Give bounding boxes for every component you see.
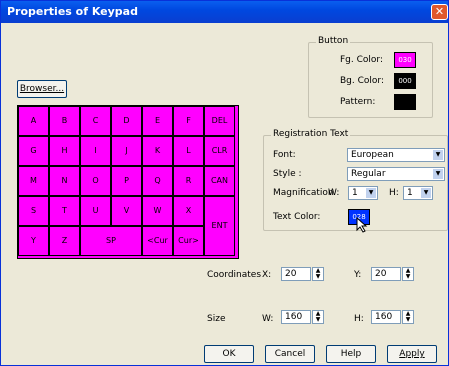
style-select-value: Regular [351,169,386,179]
pattern-swatch[interactable] [394,94,416,110]
chevron-down-icon: ▼ [433,150,443,160]
size-h-label: H: [354,314,364,324]
coordinate-x-spinner[interactable]: ▲ ▼ [312,267,324,281]
style-label: Style : [273,169,302,179]
keypad-key-del[interactable]: DEL [204,106,235,136]
keypad-key-clr[interactable]: CLR [204,136,235,166]
keypad-key-k[interactable]: K [142,136,173,166]
size-h-input[interactable]: 160 [371,310,401,324]
browser-button[interactable]: Browser... [17,80,67,98]
pattern-label: Pattern: [340,97,376,107]
keypad-key-f[interactable]: F [173,106,204,136]
font-label: Font: [273,150,296,160]
coordinate-x-input[interactable]: 20 [281,267,311,281]
keypad-key-y[interactable]: Y [18,226,49,256]
window-title: Properties of Keypad [7,5,138,18]
keypad-key-o[interactable]: O [80,166,111,196]
mouse-cursor-icon [356,217,368,233]
apply-button[interactable]: Apply [387,345,437,363]
chevron-down-icon: ▼ [366,188,376,198]
magnification-w-select[interactable]: 1 ▼ [348,186,378,200]
size-w-spinner[interactable]: ▲ ▼ [312,310,324,324]
apply-button-label: Apply [399,349,425,359]
text-color-label: Text Color: [273,212,321,222]
keypad-key-ent[interactable]: ENT [204,196,235,256]
size-label: Size [207,314,226,324]
keypad-key-c[interactable]: C [80,106,111,136]
coordinates-label: Coordinates [207,270,262,280]
size-h-spinner[interactable]: ▲ ▼ [402,310,414,324]
style-select[interactable]: Regular ▼ [347,167,445,181]
keypad-key-q[interactable]: Q [142,166,173,196]
font-select[interactable]: European ▼ [347,148,445,162]
close-icon: ✕ [434,5,445,18]
keypad-key-r[interactable]: R [173,166,204,196]
coordinate-y-spinner[interactable]: ▲ ▼ [402,267,414,281]
magnification-label: Magnification [273,188,334,198]
magnification-w-label: W: [328,188,340,198]
chevron-down-icon: ▼ [421,188,431,198]
chevron-down-icon: ▼ [433,169,443,179]
keypad-key-b[interactable]: B [49,106,80,136]
font-select-value: European [351,150,394,160]
fg-color-swatch[interactable]: 030 [394,52,416,68]
title-bar[interactable]: Properties of Keypad ✕ [1,1,448,23]
keypad-preview[interactable]: A B C D E F DEL G H I J K L CLR M N O P Q R CAN S T U V W X Y Z SP <Cu… [17,105,239,259]
keypad-key-u[interactable]: U [80,196,111,226]
keypad-key-z[interactable]: Z [49,226,80,256]
keypad-key-m[interactable]: M [18,166,49,196]
fg-color-label: Fg. Color: [340,55,383,65]
keypad-key-cur-left[interactable]: <Cur [142,226,173,256]
keypad-key-p[interactable]: P [111,166,142,196]
keypad-key-l[interactable]: L [173,136,204,166]
keypad-key-a[interactable]: A [18,106,49,136]
keypad-key-v[interactable]: V [111,196,142,226]
keypad-key-n[interactable]: N [49,166,80,196]
magnification-w-value: 1 [352,188,358,198]
keypad-key-g[interactable]: G [18,136,49,166]
browser-button-label: Browser... [19,84,65,94]
close-button[interactable]: ✕ [431,4,448,20]
registration-text-legend: Registration Text [271,129,351,139]
keypad-key-cur-right[interactable]: Cur> [173,226,204,256]
properties-dialog: Properties of Keypad ✕ Browser... ABCDEF… [0,0,449,366]
size-w-label: W: [262,314,274,324]
ok-button[interactable]: OK [204,345,254,363]
keypad-key-d[interactable]: D [111,106,142,136]
keypad-key-e[interactable]: E [142,106,173,136]
keypad-key-x[interactable]: X [173,196,204,226]
button-group-legend: Button [316,36,351,46]
help-button[interactable]: Help [326,345,376,363]
coordinate-y-input[interactable]: 20 [371,267,401,281]
keypad-key-can[interactable]: CAN [204,166,235,196]
magnification-h-label: H: [389,188,399,198]
bg-color-label: Bg. Color: [340,76,384,86]
keypad-key-w[interactable]: W [142,196,173,226]
coordinate-x-label: X: [262,270,272,280]
bg-color-swatch[interactable]: 000 [394,73,416,89]
keypad-key-h[interactable]: H [49,136,80,166]
keypad-key-t[interactable]: T [49,196,80,226]
keypad-key-j[interactable]: J [111,136,142,166]
keypad-key-sp[interactable]: SP [80,226,142,256]
coordinate-y-label: Y: [354,270,362,280]
keypad-key-s[interactable]: S [18,196,49,226]
magnification-h-select[interactable]: 1 ▼ [403,186,433,200]
cancel-button[interactable]: Cancel [265,345,315,363]
magnification-h-value: 1 [407,188,413,198]
keypad-key-i[interactable]: I [80,136,111,166]
size-w-input[interactable]: 160 [281,310,311,324]
